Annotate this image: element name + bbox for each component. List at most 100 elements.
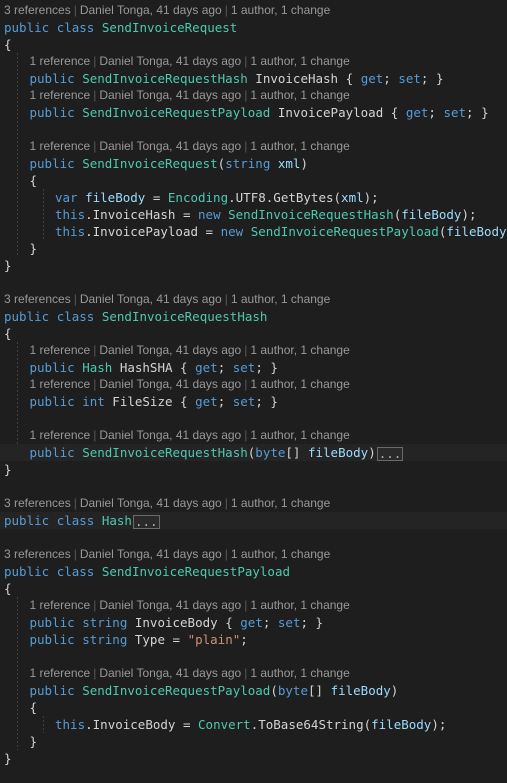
code-line[interactable]: } <box>0 733 507 750</box>
codelens-references[interactable]: 1 reference <box>30 54 91 68</box>
code-token-kw: public <box>4 309 50 324</box>
codelens-references[interactable]: 3 references <box>4 3 71 17</box>
code-token-param: xml <box>277 156 301 171</box>
codelens-row[interactable]: 1 reference | Daniel Tonga, 41 days ago | 1 … <box>0 87 507 104</box>
codelens-authors-changes[interactable]: 1 author, 1 change <box>250 139 349 153</box>
folded-region-marker[interactable]: ... <box>132 515 160 529</box>
code-token-punc: = <box>175 717 199 732</box>
codelens-author-date[interactable]: Daniel Tonga, 41 days ago <box>99 54 241 68</box>
code-token-punc <box>112 360 120 375</box>
codelens-author-date[interactable]: Daniel Tonga, 41 days ago <box>80 496 222 510</box>
codelens-row[interactable]: 1 reference | Daniel Tonga, 41 days ago | 1 … <box>0 376 507 393</box>
codelens-authors-changes[interactable]: 1 author, 1 change <box>231 496 330 510</box>
codelens-separator: | <box>244 377 248 391</box>
codelens-authors-changes[interactable]: 1 author, 1 change <box>250 598 349 612</box>
code-line[interactable]: } <box>0 461 507 478</box>
codelens-row[interactable]: 3 references | Daniel Tonga, 41 days ago | 1… <box>0 291 507 308</box>
codelens-author-date[interactable]: Daniel Tonga, 41 days ago <box>99 598 241 612</box>
codelens-references[interactable]: 3 references <box>4 496 71 510</box>
codelens-author-date[interactable]: Daniel Tonga, 41 days ago <box>80 3 222 17</box>
code-editor[interactable]: 3 references | Daniel Tonga, 41 days ago | 1… <box>0 0 507 783</box>
code-line[interactable]: public string Type = "plain"; <box>0 631 507 648</box>
code-line[interactable]: public SendInvoiceRequestPayload Invoice… <box>0 104 507 121</box>
codelens-references[interactable]: 1 reference <box>30 343 91 357</box>
code-token-kw: public <box>4 564 50 579</box>
code-token-type: Encoding <box>167 190 229 205</box>
codelens-authors-changes[interactable]: 1 author, 1 change <box>250 666 349 680</box>
code-line[interactable]: public class SendInvoiceRequest <box>0 19 507 36</box>
code-line[interactable]: this.InvoiceHash = new SendInvoiceReques… <box>0 206 507 223</box>
code-line[interactable]: public class SendInvoiceRequestPayload <box>0 563 507 580</box>
codelens-row[interactable]: 1 reference | Daniel Tonga, 41 days ago | 1 … <box>0 138 507 155</box>
code-token-type: SendInvoiceRequestPayload <box>250 224 439 239</box>
codelens-row[interactable]: 1 reference | Daniel Tonga, 41 days ago | 1 … <box>0 665 507 682</box>
code-token-kw: set <box>232 394 256 409</box>
codelens-author-date[interactable]: Daniel Tonga, 41 days ago <box>99 428 241 442</box>
code-line[interactable]: { <box>0 36 507 53</box>
codelens-authors-changes[interactable]: 1 author, 1 change <box>250 88 349 102</box>
codelens-authors-changes[interactable]: 1 author, 1 change <box>250 428 349 442</box>
codelens-separator: | <box>93 428 97 442</box>
code-line[interactable]: { <box>0 580 507 597</box>
code-token-punc: [] <box>307 683 331 698</box>
codelens-row[interactable]: 1 reference | Daniel Tonga, 41 days ago | 1 … <box>0 342 507 359</box>
codelens-author-date[interactable]: Daniel Tonga, 41 days ago <box>99 666 241 680</box>
code-line[interactable]: } <box>0 257 507 274</box>
code-token-type: SendInvoiceRequestPayload <box>82 683 271 698</box>
code-line[interactable]: } <box>0 750 507 767</box>
codelens-references[interactable]: 1 reference <box>30 377 91 391</box>
code-line[interactable]: public Hash HashSHA { get; set; } <box>0 359 507 376</box>
codelens-row[interactable]: 3 references | Daniel Tonga, 41 days ago | 1… <box>0 546 507 563</box>
codelens-references[interactable]: 1 reference <box>30 139 91 153</box>
code-token-punc <box>188 360 196 375</box>
codelens-references[interactable]: 1 reference <box>30 598 91 612</box>
codelens-authors-changes[interactable]: 1 author, 1 change <box>250 343 349 357</box>
code-line[interactable]: public class Hash... <box>0 512 507 529</box>
codelens-author-date[interactable]: Daniel Tonga, 41 days ago <box>80 292 222 306</box>
code-line[interactable]: this.InvoiceBody = Convert.ToBase64Strin… <box>0 716 507 733</box>
codelens-authors-changes[interactable]: 1 author, 1 change <box>231 292 330 306</box>
codelens-separator: | <box>93 88 97 102</box>
code-line[interactable]: this.InvoicePayload = new SendInvoiceReq… <box>0 223 507 240</box>
code-line[interactable]: public SendInvoiceRequestHash InvoiceHas… <box>0 70 507 87</box>
codelens-row[interactable]: 3 references | Daniel Tonga, 41 days ago | 1… <box>0 495 507 512</box>
code-token-brace: } <box>481 105 489 120</box>
code-line[interactable]: public SendInvoiceRequest(string xml) <box>0 155 507 172</box>
codelens-row[interactable]: 1 reference | Daniel Tonga, 41 days ago | 1 … <box>0 597 507 614</box>
code-token-brace: } <box>4 258 12 273</box>
code-line[interactable]: } <box>0 240 507 257</box>
codelens-row[interactable]: 1 reference | Daniel Tonga, 41 days ago | 1 … <box>0 53 507 70</box>
folded-region-marker[interactable]: ... <box>376 447 404 461</box>
code-line[interactable]: public string InvoiceBody { get; set; } <box>0 614 507 631</box>
code-line[interactable]: public SendInvoiceRequestPayload(byte[] … <box>0 682 507 699</box>
codelens-row[interactable]: 1 reference | Daniel Tonga, 41 days ago | 1 … <box>0 427 507 444</box>
code-token-kw: get <box>195 360 218 375</box>
codelens-references[interactable]: 1 reference <box>30 428 91 442</box>
code-line[interactable]: public int FileSize { get; set; } <box>0 393 507 410</box>
codelens-author-date[interactable]: Daniel Tonga, 41 days ago <box>99 377 241 391</box>
code-line[interactable]: { <box>0 699 507 716</box>
code-token-punc <box>383 105 391 120</box>
code-token-punc: ; <box>300 615 316 630</box>
code-token-brace: } <box>435 71 444 86</box>
code-line[interactable]: public SendInvoiceRequestHash(byte[] fil… <box>0 444 507 461</box>
codelens-authors-changes[interactable]: 1 author, 1 change <box>250 54 349 68</box>
code-line[interactable]: { <box>0 172 507 189</box>
codelens-references[interactable]: 1 reference <box>30 88 91 102</box>
codelens-authors-changes[interactable]: 1 author, 1 change <box>250 377 349 391</box>
code-line[interactable]: { <box>0 325 507 342</box>
codelens-references[interactable]: 3 references <box>4 292 71 306</box>
codelens-authors-changes[interactable]: 1 author, 1 change <box>231 547 330 561</box>
codelens-references[interactable]: 1 reference <box>30 666 91 680</box>
code-token-punc: . <box>228 190 236 205</box>
code-token-kw: byte <box>277 683 308 698</box>
code-line[interactable]: public class SendInvoiceRequestHash <box>0 308 507 325</box>
codelens-author-date[interactable]: Daniel Tonga, 41 days ago <box>99 88 241 102</box>
codelens-author-date[interactable]: Daniel Tonga, 41 days ago <box>80 547 222 561</box>
codelens-row[interactable]: 3 references | Daniel Tonga, 41 days ago | 1… <box>0 2 507 19</box>
codelens-author-date[interactable]: Daniel Tonga, 41 days ago <box>99 139 241 153</box>
codelens-authors-changes[interactable]: 1 author, 1 change <box>231 3 330 17</box>
codelens-references[interactable]: 3 references <box>4 547 71 561</box>
codelens-author-date[interactable]: Daniel Tonga, 41 days ago <box>99 343 241 357</box>
code-line[interactable]: var fileBody = Encoding.UTF8.GetBytes(xm… <box>0 189 507 206</box>
